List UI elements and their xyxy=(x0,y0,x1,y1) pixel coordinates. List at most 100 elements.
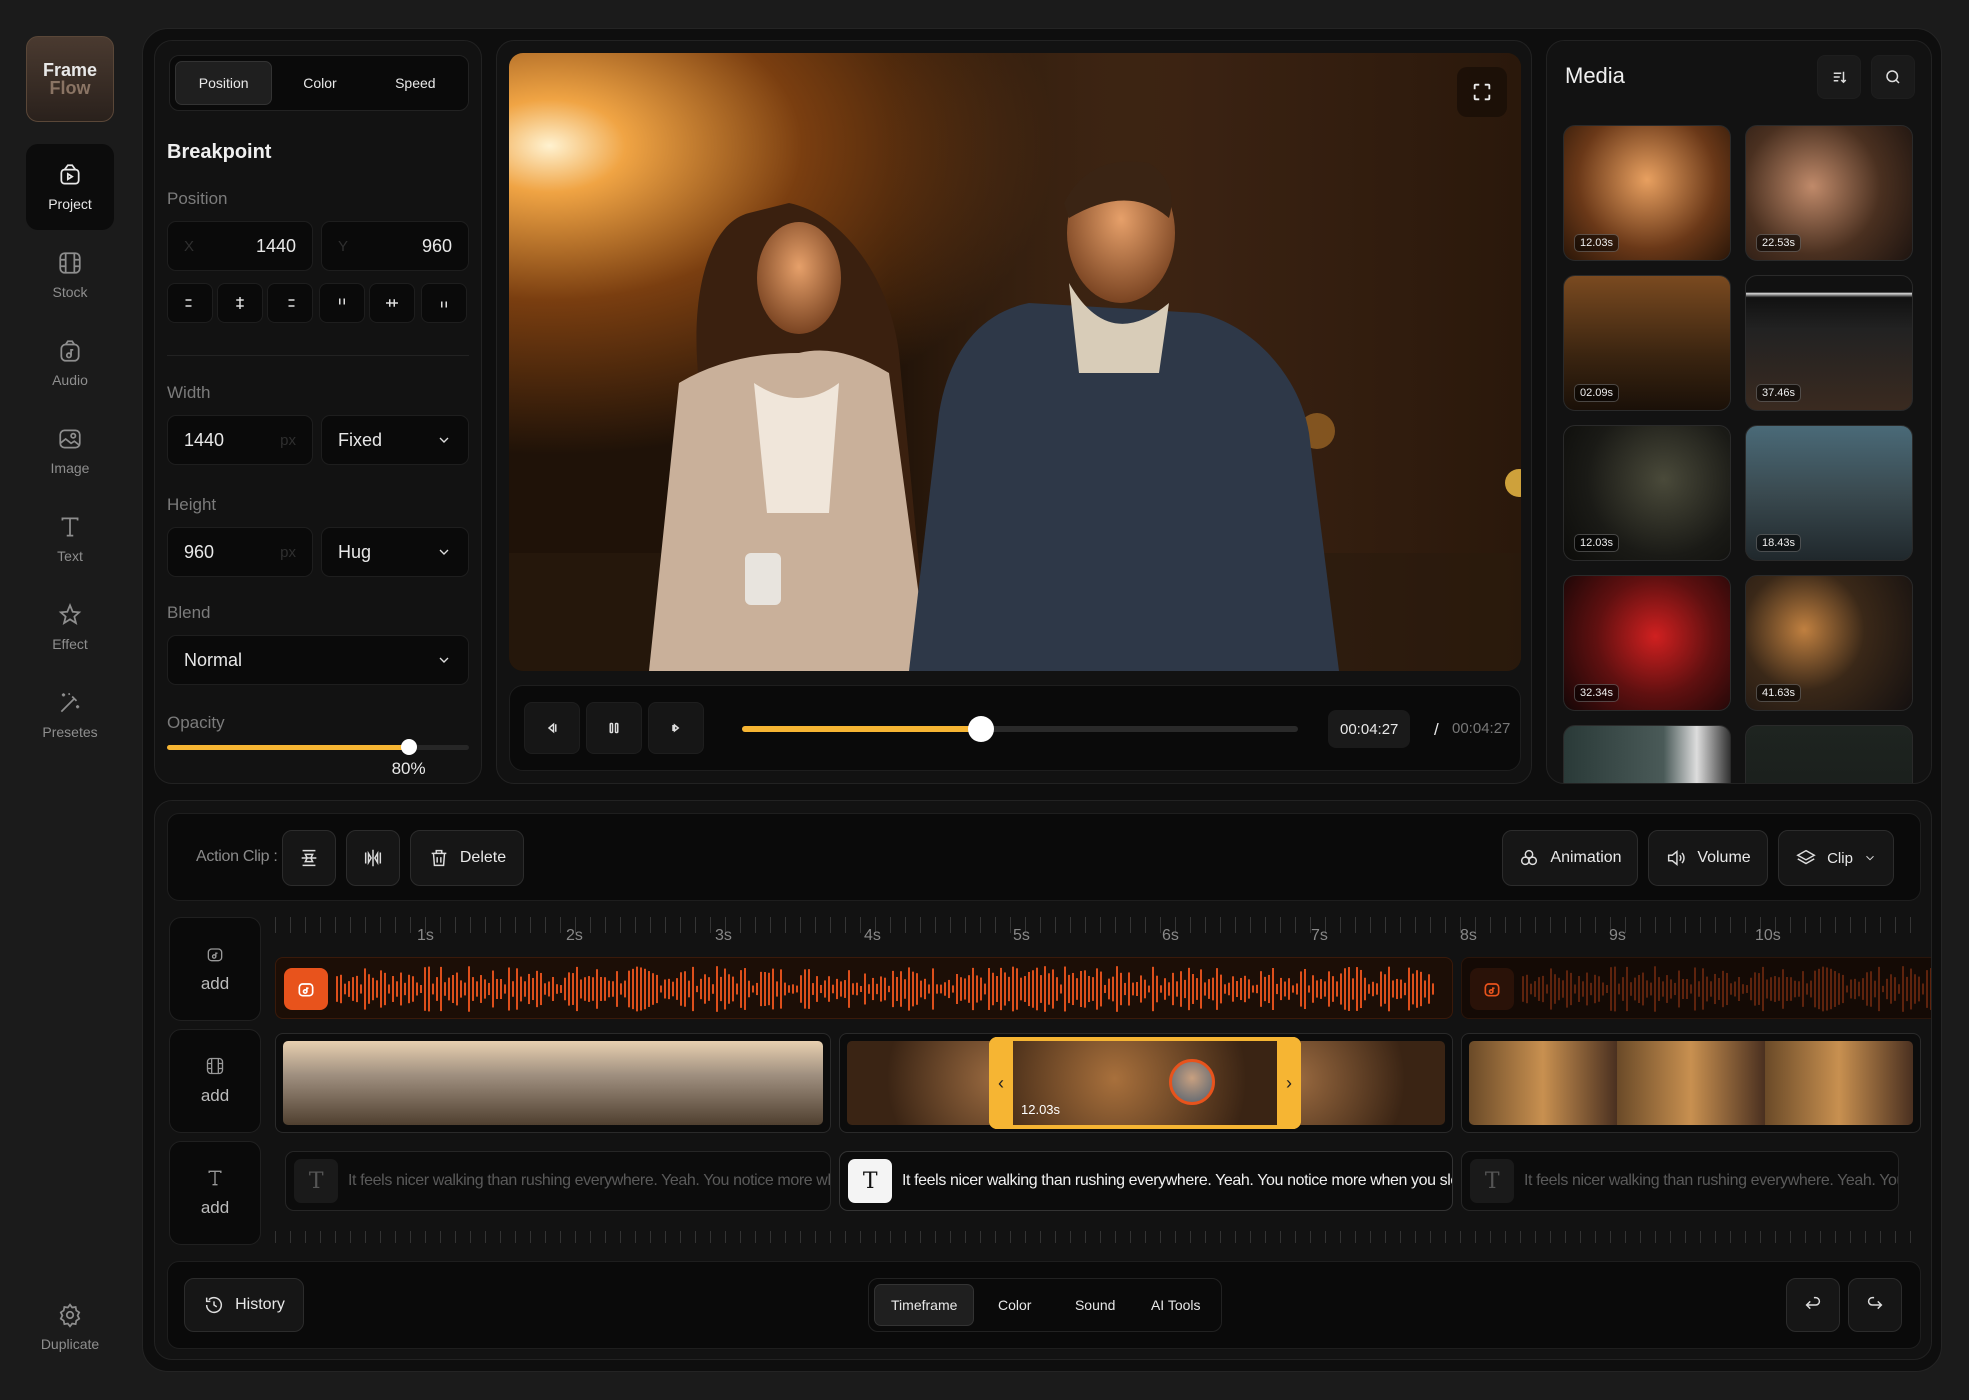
waveform-bar xyxy=(1412,973,1414,1005)
sort-button[interactable] xyxy=(1817,55,1861,99)
sidebar-item-effect[interactable]: Effect xyxy=(26,584,114,670)
media-thumbnail[interactable]: 12.03s xyxy=(1563,425,1731,561)
waveform-bar xyxy=(872,977,874,1001)
animation-label: Animation xyxy=(1550,849,1622,866)
height-mode-select[interactable]: Hug xyxy=(321,527,469,577)
waveform-bar xyxy=(696,985,698,993)
pause-button[interactable] xyxy=(586,702,642,754)
waveform-bar xyxy=(1156,975,1158,1003)
trim-handle-right[interactable]: › xyxy=(1277,1037,1301,1129)
history-button[interactable]: History xyxy=(184,1278,304,1332)
tab-timeframe[interactable]: Timeframe xyxy=(874,1284,975,1326)
opacity-slider-knob[interactable] xyxy=(400,739,417,755)
selected-clip-range[interactable]: ‹ › 12.03s xyxy=(989,1037,1301,1129)
add-video-track-button[interactable]: add xyxy=(169,1029,261,1133)
media-thumbnail[interactable]: 12.03s xyxy=(1563,125,1731,261)
sidebar-item-text[interactable]: Text xyxy=(26,496,114,582)
timeline-panel: Action Clip : Delete Animation Volume Cl… xyxy=(154,800,1932,1360)
waveform-bar xyxy=(680,972,682,1006)
media-duration: 18.43s xyxy=(1756,534,1802,552)
media-thumbnail[interactable]: 02.09s xyxy=(1563,275,1731,411)
clip-select[interactable]: Clip xyxy=(1778,830,1894,886)
media-thumbnail[interactable] xyxy=(1563,725,1731,783)
search-button[interactable] xyxy=(1871,55,1915,99)
waveform-bar xyxy=(672,981,674,997)
media-thumbnail[interactable]: 41.63s xyxy=(1745,575,1913,711)
split-horizontal-button[interactable] xyxy=(346,830,400,886)
align-center-h-button[interactable] xyxy=(217,283,263,323)
waveform-bar xyxy=(1248,979,1250,999)
media-duration: 12.03s xyxy=(1574,534,1620,552)
waveform-bar xyxy=(1798,981,1800,997)
media-thumbnail[interactable]: 18.43s xyxy=(1745,425,1913,561)
playback-knob[interactable] xyxy=(968,716,995,742)
media-thumbnail[interactable] xyxy=(1745,725,1913,783)
add-text-track-button[interactable]: add xyxy=(169,1141,261,1245)
caption-clip[interactable]: T It feels nicer walking than rushing eve… xyxy=(285,1151,831,1211)
sidebar-item-duplicate[interactable]: Duplicate xyxy=(26,1284,114,1370)
delete-button[interactable]: Delete xyxy=(410,830,524,886)
align-top-button[interactable] xyxy=(319,283,365,323)
media-thumbnail[interactable]: 37.46s xyxy=(1745,275,1913,411)
audio-clip[interactable] xyxy=(275,957,1453,1019)
tab-sound[interactable]: Sound xyxy=(1055,1284,1136,1326)
waveform-bar xyxy=(1056,977,1058,1001)
y-input[interactable]: Y 960 xyxy=(321,221,469,271)
caption-clip[interactable]: T It feels nicer walking than rushing eve… xyxy=(1461,1151,1899,1211)
split-vertical-button[interactable] xyxy=(282,830,336,886)
fullscreen-button[interactable] xyxy=(1457,67,1507,117)
waveform-bar xyxy=(1606,984,1608,994)
waveform-bar xyxy=(1586,972,1588,1006)
waveform-bar xyxy=(720,976,722,1002)
video-frame-image xyxy=(509,53,1521,671)
video-clip[interactable] xyxy=(1461,1033,1921,1133)
forward-button[interactable] xyxy=(648,702,704,754)
opacity-slider[interactable] xyxy=(167,739,469,755)
add-audio-track-button[interactable]: add xyxy=(169,917,261,1021)
sidebar-item-label: Effect xyxy=(52,636,88,652)
volume-button[interactable]: Volume xyxy=(1648,830,1768,886)
x-input[interactable]: X 1440 xyxy=(167,221,313,271)
height-unit: px xyxy=(280,543,296,561)
waveform-bar xyxy=(704,974,706,1004)
sidebar-item-project[interactable]: Project xyxy=(26,144,114,230)
undo-button[interactable] xyxy=(1786,1278,1840,1332)
sidebar-item-audio[interactable]: Audio xyxy=(26,320,114,406)
media-thumbnail[interactable]: 22.53s xyxy=(1745,125,1913,261)
y-value: 960 xyxy=(421,235,452,256)
align-right-button[interactable] xyxy=(267,283,313,323)
tab-speed[interactable]: Speed xyxy=(368,61,463,105)
tab-color[interactable]: Color xyxy=(272,61,367,105)
rewind-button[interactable] xyxy=(524,702,580,754)
waveform-bar xyxy=(1526,974,1528,1004)
playback-scrubber[interactable] xyxy=(742,716,1298,742)
audio-clip-faded[interactable] xyxy=(1461,957,1931,1019)
align-left-button[interactable] xyxy=(167,283,213,323)
sidebar-item-stock[interactable]: Stock xyxy=(26,232,114,318)
waveform-bar xyxy=(944,982,946,996)
align-bottom-button[interactable] xyxy=(421,283,467,323)
tab-position[interactable]: Position xyxy=(175,61,273,105)
trim-handle-left[interactable]: ‹ xyxy=(989,1037,1013,1129)
sidebar-item-presetes[interactable]: Presetes xyxy=(26,672,114,758)
sidebar-item-image[interactable]: Image xyxy=(26,408,114,494)
waveform-bar xyxy=(716,966,718,1012)
redo-button[interactable] xyxy=(1848,1278,1902,1332)
align-center-v-button[interactable] xyxy=(369,283,415,323)
tab-color[interactable]: Color xyxy=(974,1284,1055,1326)
animation-button[interactable]: Animation xyxy=(1502,830,1638,886)
tab-ai-tools[interactable]: AI Tools xyxy=(1135,1284,1216,1326)
caption-text: It feels nicer walking than rushing ever… xyxy=(348,1172,830,1189)
video-frame xyxy=(418,1041,553,1125)
width-input[interactable]: 1440 px xyxy=(167,415,313,465)
bottom-tabs: Timeframe Color Sound AI Tools xyxy=(868,1278,1222,1332)
video-clip[interactable] xyxy=(275,1033,831,1133)
blend-select[interactable]: Normal xyxy=(167,635,469,685)
video-preview[interactable] xyxy=(509,53,1521,671)
media-thumbnail[interactable]: 32.34s xyxy=(1563,575,1731,711)
caption-clip-selected[interactable]: T It feels nicer walking than rushing eve… xyxy=(839,1151,1453,1211)
avatar[interactable] xyxy=(1169,1059,1215,1105)
rewind-icon xyxy=(547,722,557,734)
width-mode-select[interactable]: Fixed xyxy=(321,415,469,465)
height-input[interactable]: 960 px xyxy=(167,527,313,577)
